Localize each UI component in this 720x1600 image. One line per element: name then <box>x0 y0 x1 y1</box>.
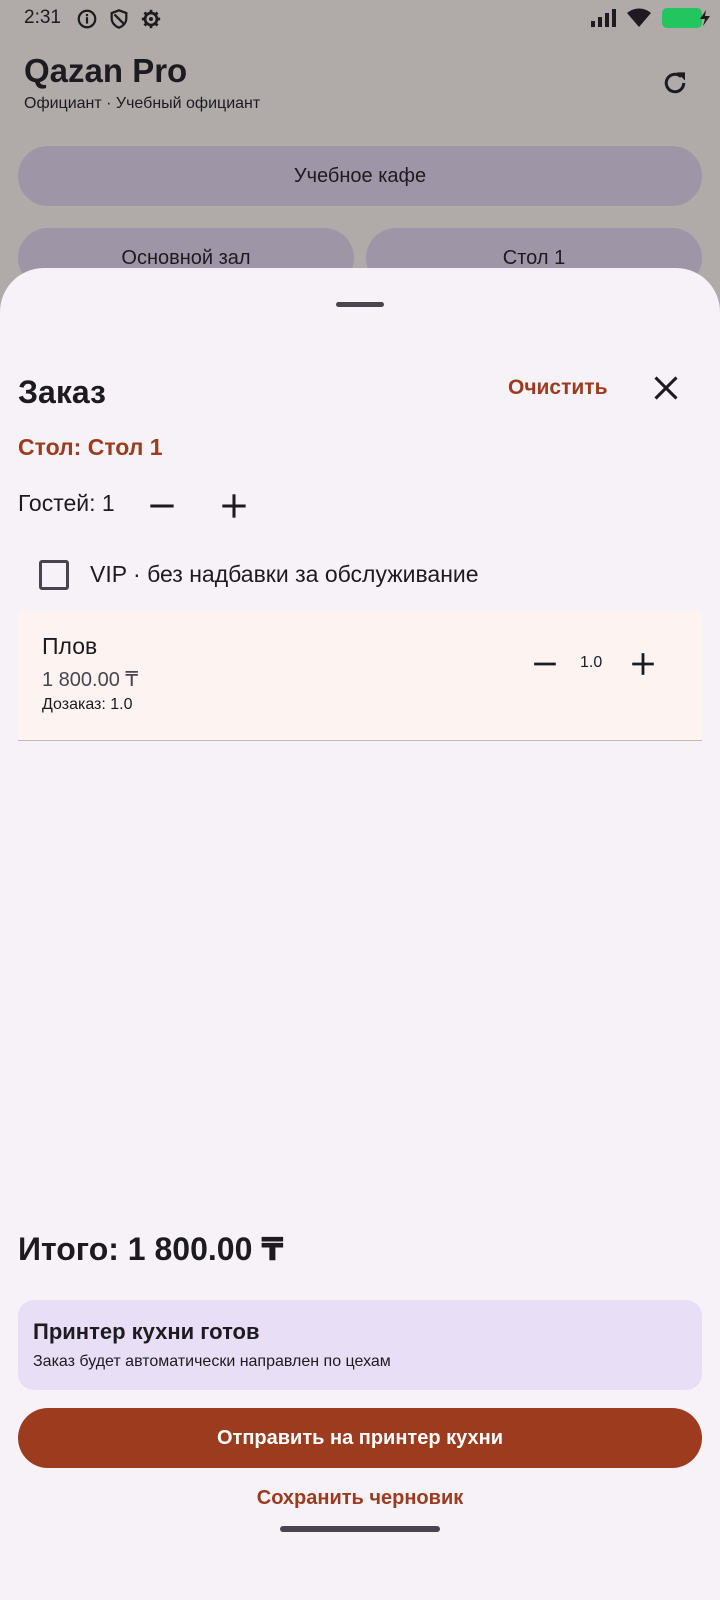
item-plus-button[interactable] <box>630 651 656 677</box>
printer-status-title: Принтер кухни готов <box>33 1319 260 1344</box>
sheet-title: Заказ <box>18 374 106 410</box>
home-indicator[interactable] <box>280 1526 440 1532</box>
status-time: 2:31 <box>24 7 61 28</box>
guests-count: Гостей: 1 <box>18 490 115 516</box>
item-quantity: 1.0 <box>580 654 603 671</box>
item-price: 1 800.00 ₸ <box>42 669 139 691</box>
order-item: Плов 1 800.00 ₸ Дозаказ: 1.0 1.0 <box>18 611 702 741</box>
printer-status-card: Принтер кухни готов Заказ будет автомати… <box>18 1300 702 1390</box>
printer-status-subtitle: Заказ будет автоматически направлен по ц… <box>33 1353 391 1370</box>
wifi-icon <box>626 8 652 28</box>
vip-label[interactable]: VIP · без надбавки за обслуживание <box>90 561 479 588</box>
guests-minus-button[interactable] <box>148 492 176 520</box>
app-subtitle: Официант · Учебный официант <box>24 95 261 112</box>
app-title: Qazan Pro <box>24 52 188 89</box>
drag-handle[interactable] <box>336 302 384 307</box>
cafe-selector[interactable]: Учебное кафе <box>18 146 702 206</box>
close-icon[interactable] <box>652 374 680 402</box>
settings-icon <box>140 8 162 30</box>
order-table-label: Стол: Стол 1 <box>18 434 163 460</box>
info-icon <box>76 8 98 30</box>
vip-checkbox[interactable] <box>39 560 69 590</box>
order-total: Итого: 1 800.00 ₸ <box>18 1231 284 1267</box>
shield-icon <box>108 8 130 30</box>
item-reorder: Дозаказ: 1.0 <box>42 696 133 713</box>
item-minus-button[interactable] <box>532 651 558 677</box>
status-bar: 2:31 <box>0 0 720 36</box>
clear-button[interactable]: Очистить <box>508 376 608 400</box>
item-name: Плов <box>42 633 98 659</box>
refresh-icon[interactable] <box>660 68 690 98</box>
guests-plus-button[interactable] <box>220 492 248 520</box>
send-to-kitchen-button[interactable]: Отправить на принтер кухни <box>18 1408 702 1468</box>
battery-icon <box>662 8 710 28</box>
order-bottom-sheet: Заказ Очистить Стол: Стол 1 Гостей: 1 VI… <box>0 268 720 1600</box>
signal-icon <box>590 8 616 28</box>
save-draft-button[interactable]: Сохранить черновик <box>0 1468 720 1528</box>
